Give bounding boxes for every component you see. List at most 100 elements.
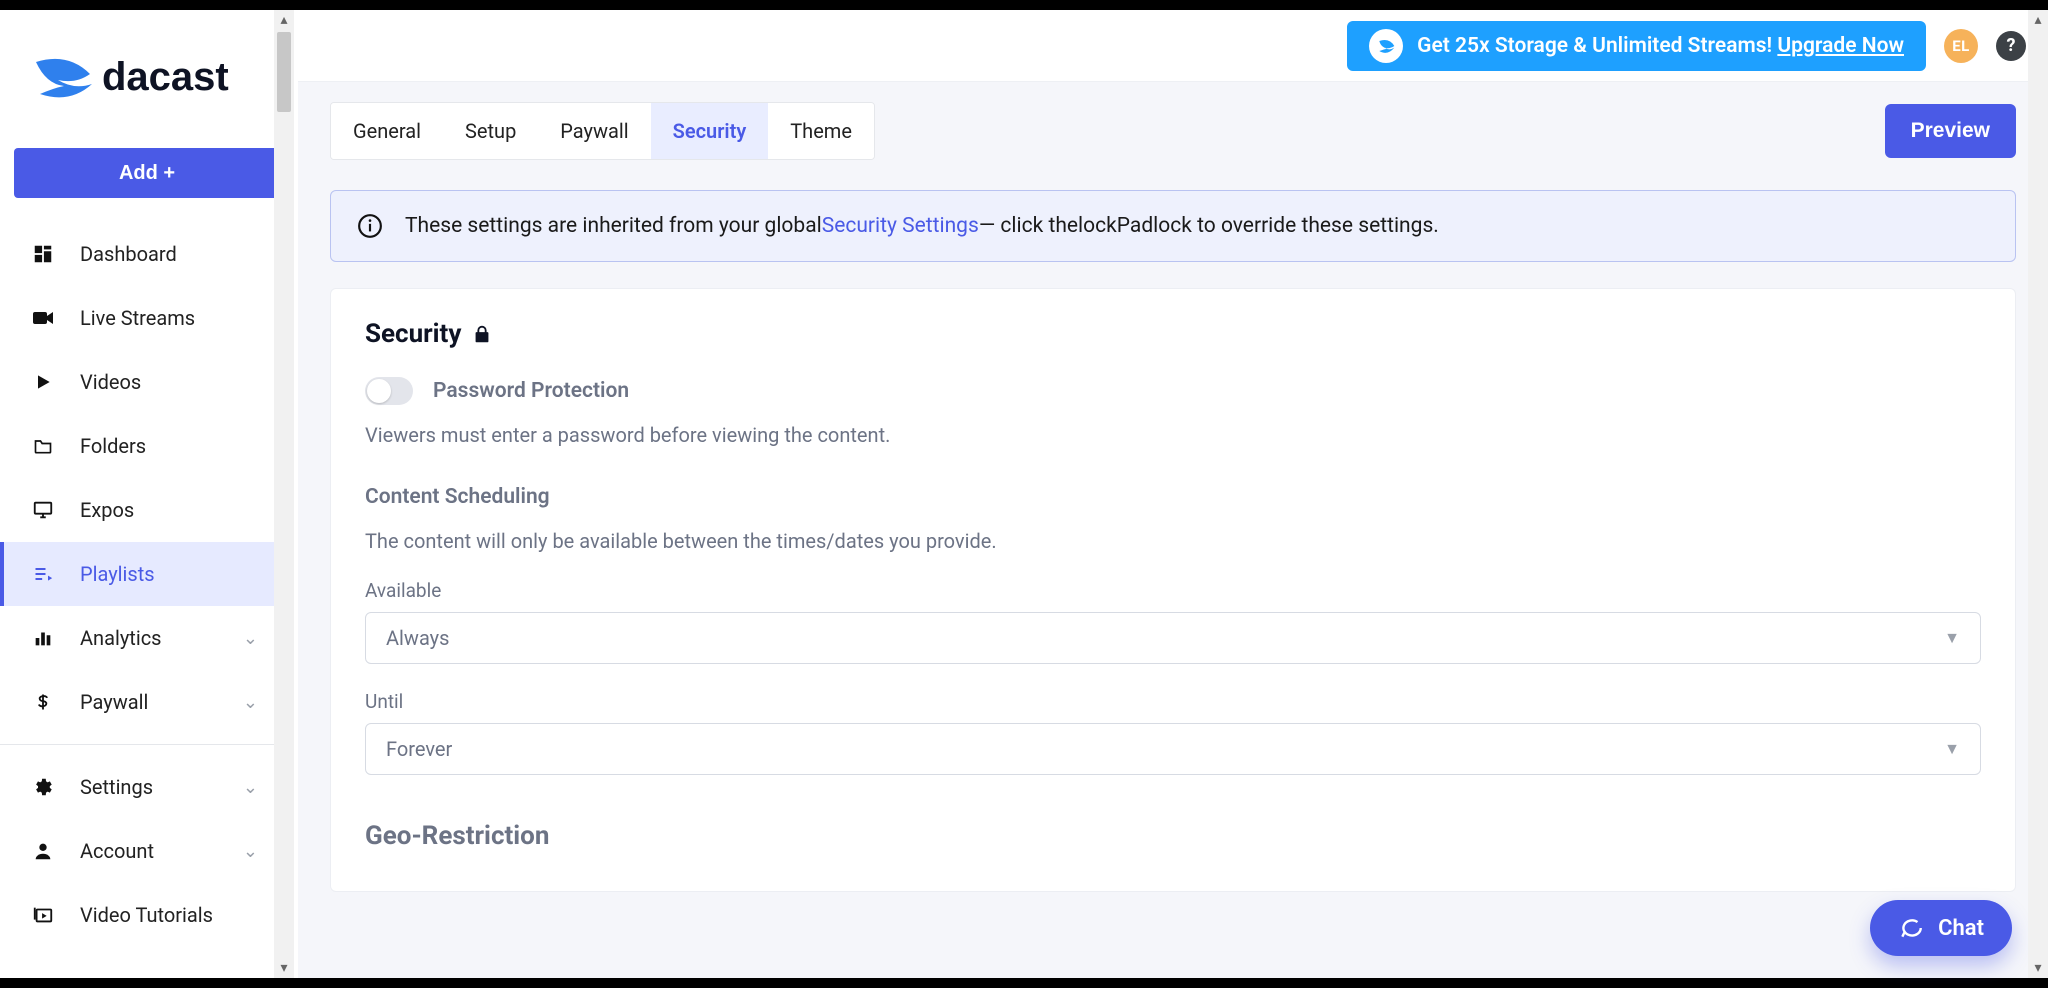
tabs-row: General Setup Paywall Security Theme Pre…	[330, 102, 2016, 160]
sidebar-item-label: Video Tutorials	[80, 903, 213, 927]
tabs: General Setup Paywall Security Theme	[330, 102, 875, 160]
sidebar-item-dashboard[interactable]: Dashboard	[0, 222, 294, 286]
add-button-label: Add +	[119, 162, 175, 185]
camera-icon	[30, 305, 56, 331]
gear-icon	[30, 774, 56, 800]
info-banner: These settings are inherited from your g…	[330, 190, 2016, 262]
play-icon	[30, 369, 56, 395]
security-title: Security	[365, 319, 1981, 349]
sidebar-item-videos[interactable]: Videos	[0, 350, 294, 414]
security-settings-link[interactable]: Security Settings	[822, 214, 979, 238]
sidebar-item-label: Folders	[80, 434, 146, 458]
folder-icon	[30, 433, 56, 459]
chevron-down-icon: ⌄	[243, 692, 258, 713]
sidebar-nav: Dashboard Live Streams Videos	[0, 222, 294, 734]
sidebar-scrollbar[interactable]: ▴ ▾	[274, 10, 294, 978]
chevron-down-icon: ⌄	[243, 841, 258, 862]
geo-restriction-title: Geo-Restriction	[365, 821, 1981, 851]
sidebar: dacast Add + Dashboard Live Streams	[0, 10, 294, 978]
scheduling-description: The content will only be available betwe…	[365, 529, 1981, 553]
password-toggle[interactable]	[365, 377, 413, 405]
chat-label: Chat	[1938, 916, 1984, 941]
monitor-icon	[30, 497, 56, 523]
preview-label: Preview	[1911, 119, 1990, 142]
caret-down-icon: ▼	[1944, 739, 1960, 759]
sidebar-item-live-streams[interactable]: Live Streams	[0, 286, 294, 350]
upgrade-promo[interactable]: Get 25x Storage & Unlimited Streams! Upg…	[1347, 21, 1926, 71]
promo-badge-icon	[1369, 29, 1403, 63]
scroll-up-icon[interactable]: ▴	[274, 10, 294, 30]
brand-logo[interactable]: dacast	[0, 10, 294, 124]
add-button[interactable]: Add +	[14, 148, 280, 198]
scrollbar-track[interactable]	[2028, 30, 2048, 958]
scheduling-title: Content Scheduling	[365, 485, 1981, 509]
sidebar-item-video-tutorials[interactable]: Video Tutorials	[0, 883, 294, 947]
video-library-icon	[30, 902, 56, 928]
left-column: dacast Add + Dashboard Live Streams	[0, 10, 298, 978]
sidebar-item-label: Analytics	[80, 626, 162, 650]
preview-button[interactable]: Preview	[1885, 104, 2016, 158]
sidebar-item-label: Settings	[80, 775, 153, 799]
sidebar-item-expos[interactable]: Expos	[0, 478, 294, 542]
content: General Setup Paywall Security Theme Pre…	[298, 82, 2048, 978]
playlist-icon	[30, 561, 56, 587]
tab-theme[interactable]: Theme	[768, 103, 874, 159]
password-toggle-label: Password Protection	[433, 379, 629, 403]
until-value: Forever	[386, 737, 452, 761]
sidebar-item-label: Videos	[80, 370, 141, 394]
scroll-down-icon[interactable]: ▾	[274, 958, 294, 978]
sidebar-nav-lower: Settings ⌄ Account ⌄ Video Tutorials	[0, 755, 294, 947]
sidebar-item-label: Expos	[80, 498, 134, 522]
sidebar-item-folders[interactable]: Folders	[0, 414, 294, 478]
lock-icon[interactable]	[471, 322, 493, 346]
tab-label: Theme	[790, 119, 852, 143]
tab-setup[interactable]: Setup	[443, 103, 538, 159]
chat-icon	[1898, 915, 1924, 941]
sidebar-item-settings[interactable]: Settings ⌄	[0, 755, 294, 819]
tab-general[interactable]: General	[331, 103, 443, 159]
info-icon	[357, 213, 383, 239]
dacast-logo-icon: dacast	[30, 50, 240, 104]
available-select[interactable]: Always ▼	[365, 612, 1981, 664]
page-scrollbar[interactable]: ▴ ▾	[2028, 10, 2048, 978]
sidebar-divider	[0, 744, 294, 745]
sidebar-item-label: Playlists	[80, 562, 155, 586]
chat-widget[interactable]: Chat	[1870, 900, 2012, 956]
toggle-knob	[367, 379, 391, 403]
main-area: Get 25x Storage & Unlimited Streams! Upg…	[298, 10, 2048, 978]
chevron-down-icon: ⌄	[243, 628, 258, 649]
sidebar-item-label: Paywall	[80, 690, 148, 714]
sidebar-item-label: Live Streams	[80, 306, 195, 330]
user-icon	[30, 838, 56, 864]
analytics-icon	[30, 625, 56, 651]
password-protection-row: Password Protection	[365, 377, 1981, 405]
sidebar-item-playlists[interactable]: Playlists	[0, 542, 294, 606]
security-card: Security Password Protection Viewers mus…	[330, 288, 2016, 892]
tab-paywall[interactable]: Paywall	[538, 103, 650, 159]
tab-label: General	[353, 119, 421, 143]
letterbox-top	[0, 0, 2048, 10]
sidebar-item-analytics[interactable]: Analytics ⌄	[0, 606, 294, 670]
help-button[interactable]: ?	[1996, 31, 2026, 61]
user-avatar[interactable]: EL	[1944, 29, 1978, 63]
until-label: Until	[365, 690, 1981, 713]
letterbox-bottom	[0, 978, 2048, 988]
tab-security[interactable]: Security	[651, 103, 769, 159]
tab-label: Paywall	[560, 119, 628, 143]
sidebar-item-paywall[interactable]: Paywall ⌄	[0, 670, 294, 734]
svg-text:dacast: dacast	[102, 55, 229, 99]
until-select[interactable]: Forever ▼	[365, 723, 1981, 775]
promo-link[interactable]: Upgrade Now	[1777, 34, 1904, 58]
scroll-down-icon[interactable]: ▾	[2028, 958, 2048, 978]
available-label: Available	[365, 579, 1981, 602]
sidebar-item-account[interactable]: Account ⌄	[0, 819, 294, 883]
promo-text: Get 25x Storage & Unlimited Streams! Upg…	[1417, 34, 1904, 58]
password-description: Viewers must enter a password before vie…	[365, 423, 1981, 447]
banner-text: These settings are inherited from your g…	[405, 214, 1439, 238]
scrollbar-thumb[interactable]	[277, 32, 291, 112]
scroll-up-icon[interactable]: ▴	[2028, 10, 2048, 30]
help-icon: ?	[2007, 35, 2016, 56]
app-viewport: dacast Add + Dashboard Live Streams	[0, 10, 2048, 978]
sidebar-item-label: Account	[80, 839, 154, 863]
dollar-icon	[30, 689, 56, 715]
